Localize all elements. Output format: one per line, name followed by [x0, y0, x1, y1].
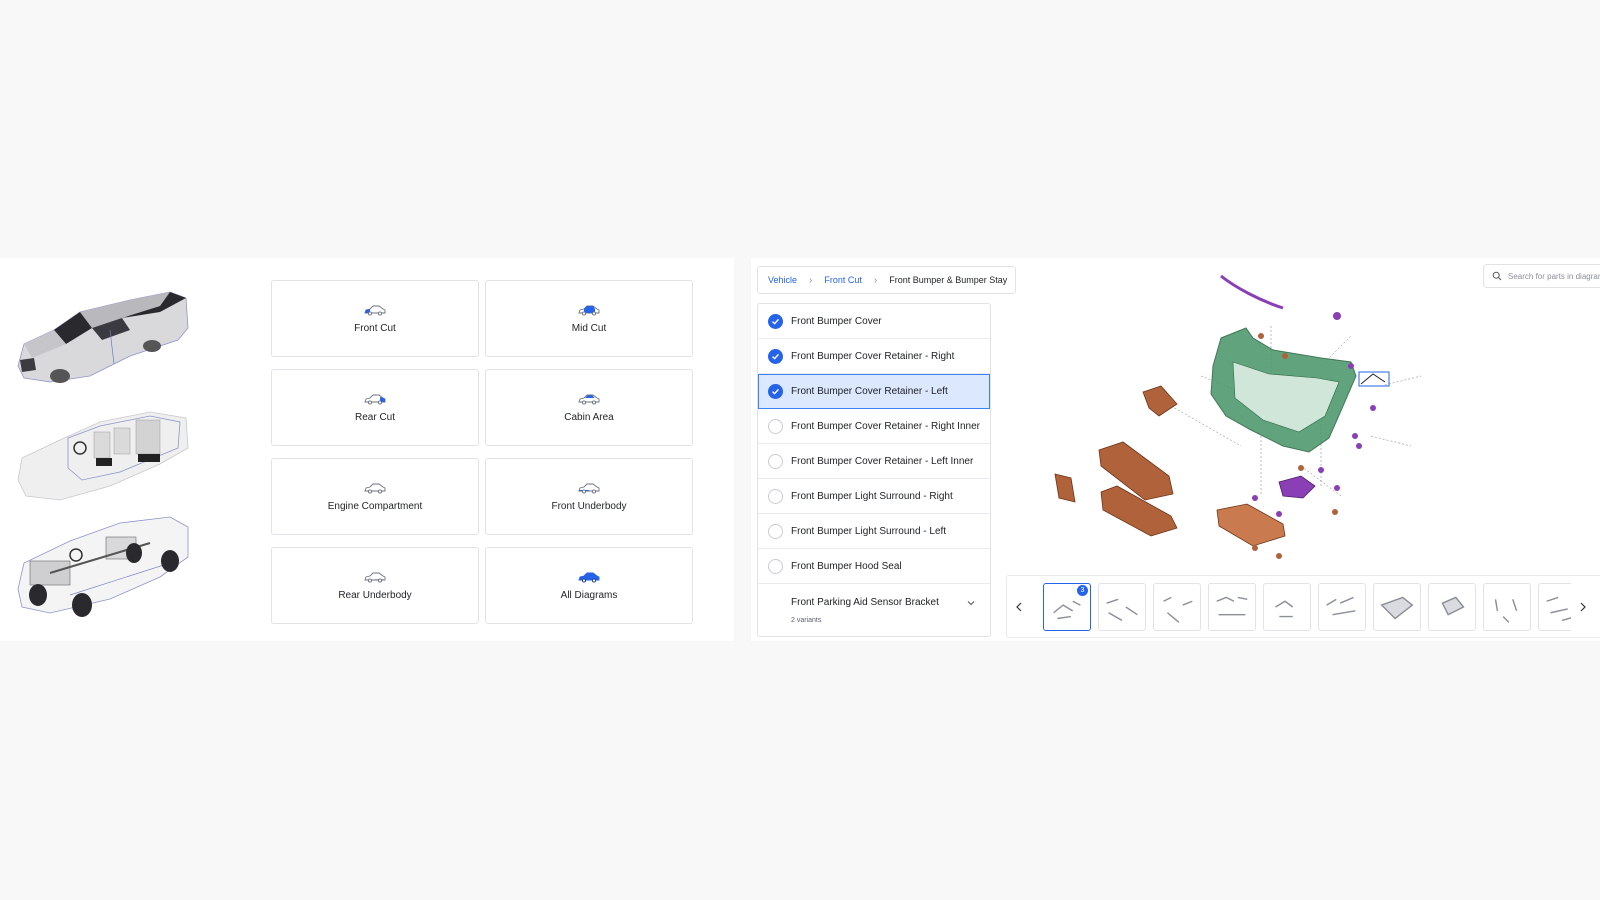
exploded-parts-diagram[interactable]: [1021, 266, 1481, 566]
part-row[interactable]: Front Bumper Cover Retainer - Left Inner: [758, 444, 990, 479]
empty-circle-icon[interactable]: [768, 418, 783, 434]
car-rear-underbody-icon: [364, 572, 386, 583]
part-name: Front Bumper Cover: [791, 315, 882, 327]
bumper-reinforcement-bar: [1220, 274, 1284, 310]
part-name: Front Bumper Hood Seal: [791, 560, 902, 572]
diagram-sketch-icon: [1106, 598, 1138, 621]
vehicle-chassis-illustration: [17, 516, 189, 617]
part-name: Front Parking Aid Sensor Bracket: [791, 596, 939, 608]
empty-circle-icon[interactable]: [768, 488, 783, 504]
car-cabin-icon: [578, 394, 600, 405]
diagram-thumbnail[interactable]: [1318, 582, 1366, 631]
skid-plate: [1216, 503, 1286, 547]
vehicle-exterior-illustration: [17, 291, 189, 383]
breadcrumb-section-link[interactable]: Front Cut: [824, 275, 862, 285]
part-row-selected[interactable]: Front Bumper Cover Retainer - Left: [758, 374, 990, 409]
part-name: Front Bumper Cover Retainer - Left: [791, 385, 948, 397]
retainer-left: [1142, 385, 1178, 417]
vehicle-cabin-illustration: [17, 411, 189, 501]
part-row-with-variants[interactable]: Front Parking Aid Sensor Bracket 2 varia…: [758, 584, 990, 636]
part-name: Front Bumper Cover Retainer - Right: [791, 350, 955, 362]
chevron-right-icon[interactable]: [1571, 587, 1595, 627]
category-grid: Front Cut Mid Cut Rear Cut Cabin Area En…: [271, 280, 693, 624]
category-label: Mid Cut: [571, 322, 607, 334]
part-row[interactable]: Front Bumper Cover Retainer - Right Inne…: [758, 409, 990, 444]
diagram-sketch-icon: [1163, 596, 1193, 623]
diagram-thumbnail[interactable]: [1263, 582, 1311, 631]
breadcrumb: Vehicle › Front Cut › Front Bumper & Bum…: [757, 266, 1017, 294]
chevron-left-icon[interactable]: [1007, 587, 1031, 627]
bracket-left: [1054, 473, 1076, 503]
diagram-sketch-icon: [1494, 598, 1518, 623]
category-label: Front Underbody: [551, 500, 627, 512]
car-mid-icon: [578, 305, 600, 316]
chevron-down-icon[interactable]: [966, 599, 976, 607]
diagram-thumbnail[interactable]: [1098, 582, 1146, 631]
category-card-front-cut[interactable]: Front Cut: [271, 280, 479, 357]
part-name: Front Bumper Cover Retainer - Right Inne…: [791, 420, 980, 432]
check-circle-icon[interactable]: [768, 348, 783, 364]
diagram-sketch-icon: [1441, 596, 1465, 616]
category-label: Cabin Area: [564, 411, 614, 423]
breadcrumb-vehicle-link[interactable]: Vehicle: [768, 275, 797, 285]
empty-circle-icon[interactable]: [768, 523, 783, 539]
car-engine-icon: [364, 483, 386, 494]
category-card-rear-cut[interactable]: Rear Cut: [271, 369, 479, 446]
category-card-cabin-area[interactable]: Cabin Area: [485, 369, 693, 446]
category-label: Rear Underbody: [338, 589, 412, 601]
part-row[interactable]: Front Bumper Hood Seal: [758, 549, 990, 584]
diagram-thumbnail[interactable]: [1428, 582, 1476, 631]
empty-circle-icon[interactable]: [768, 558, 783, 574]
search-input[interactable]: [1508, 271, 1600, 281]
chevron-right-icon: ›: [809, 274, 813, 286]
category-label: Front Cut: [354, 322, 396, 334]
part-row[interactable]: Front Bumper Cover Retainer - Right: [758, 339, 990, 374]
part-row[interactable]: Front Bumper Light Surround - Right: [758, 479, 990, 514]
car-front-icon: [364, 305, 386, 316]
parts-list: Front Bumper Cover Front Bumper Cover Re…: [757, 303, 991, 637]
diagram-sketch-icon: [1216, 596, 1248, 615]
car-underbody-icon: [578, 483, 600, 494]
light-surround: [1278, 475, 1316, 499]
thumbnail-list: 3: [1031, 582, 1571, 631]
empty-circle-icon[interactable]: [768, 453, 783, 469]
category-label: Rear Cut: [354, 411, 395, 423]
diagram-thumbnail[interactable]: [1208, 582, 1256, 631]
diagram-sketch-icon: [1275, 599, 1294, 617]
diagram-thumbnail[interactable]: [1373, 582, 1421, 631]
diagram-thumbnail[interactable]: 3: [1043, 582, 1091, 631]
category-card-rear-underbody[interactable]: Rear Underbody: [271, 547, 479, 624]
search-icon: [1492, 271, 1502, 281]
check-circle-icon[interactable]: [768, 313, 783, 329]
part-name: Front Bumper Cover Retainer - Left Inner: [791, 455, 974, 467]
chevron-right-icon: ›: [873, 274, 878, 286]
category-label: All Diagrams: [560, 589, 618, 601]
check-circle-icon[interactable]: [768, 383, 783, 399]
diagram-sketch-icon: [1380, 596, 1414, 619]
part-row[interactable]: Front Bumper Light Surround - Left: [758, 514, 990, 549]
variants-count: 2 variants: [791, 616, 822, 624]
selected-count-badge: 3: [1077, 584, 1088, 596]
car-all-icon: [578, 572, 600, 583]
category-card-front-underbody[interactable]: Front Underbody: [485, 458, 693, 535]
diagram-panel: Vehicle › Front Cut › Front Bumper & Bum…: [751, 258, 1600, 641]
part-name: Front Bumper Light Surround - Right: [791, 490, 953, 502]
breadcrumb-current: Front Bumper & Bumper Stay: [889, 275, 1008, 285]
car-rear-icon: [364, 394, 386, 405]
diagram-thumbnail[interactable]: [1483, 582, 1531, 631]
diagram-sketch-icon: [1546, 596, 1571, 621]
diagram-thumbnail[interactable]: [1538, 582, 1571, 631]
vehicle-area-panel: Front Cut Mid Cut Rear Cut Cabin Area En…: [0, 258, 734, 641]
category-label: Engine Compartment: [327, 500, 423, 512]
diagram-thumbnail[interactable]: [1153, 582, 1201, 631]
diagram-sketch-icon: [1326, 596, 1356, 615]
diagram-search[interactable]: [1483, 264, 1600, 288]
category-card-mid-cut[interactable]: Mid Cut: [485, 280, 693, 357]
category-card-all-diagrams[interactable]: All Diagrams: [485, 547, 693, 624]
part-row[interactable]: Front Bumper Cover: [758, 304, 990, 339]
diagram-thumbnail-strip: 3: [1006, 575, 1600, 638]
category-card-engine-compartment[interactable]: Engine Compartment: [271, 458, 479, 535]
part-name: Front Bumper Light Surround - Left: [791, 525, 947, 537]
